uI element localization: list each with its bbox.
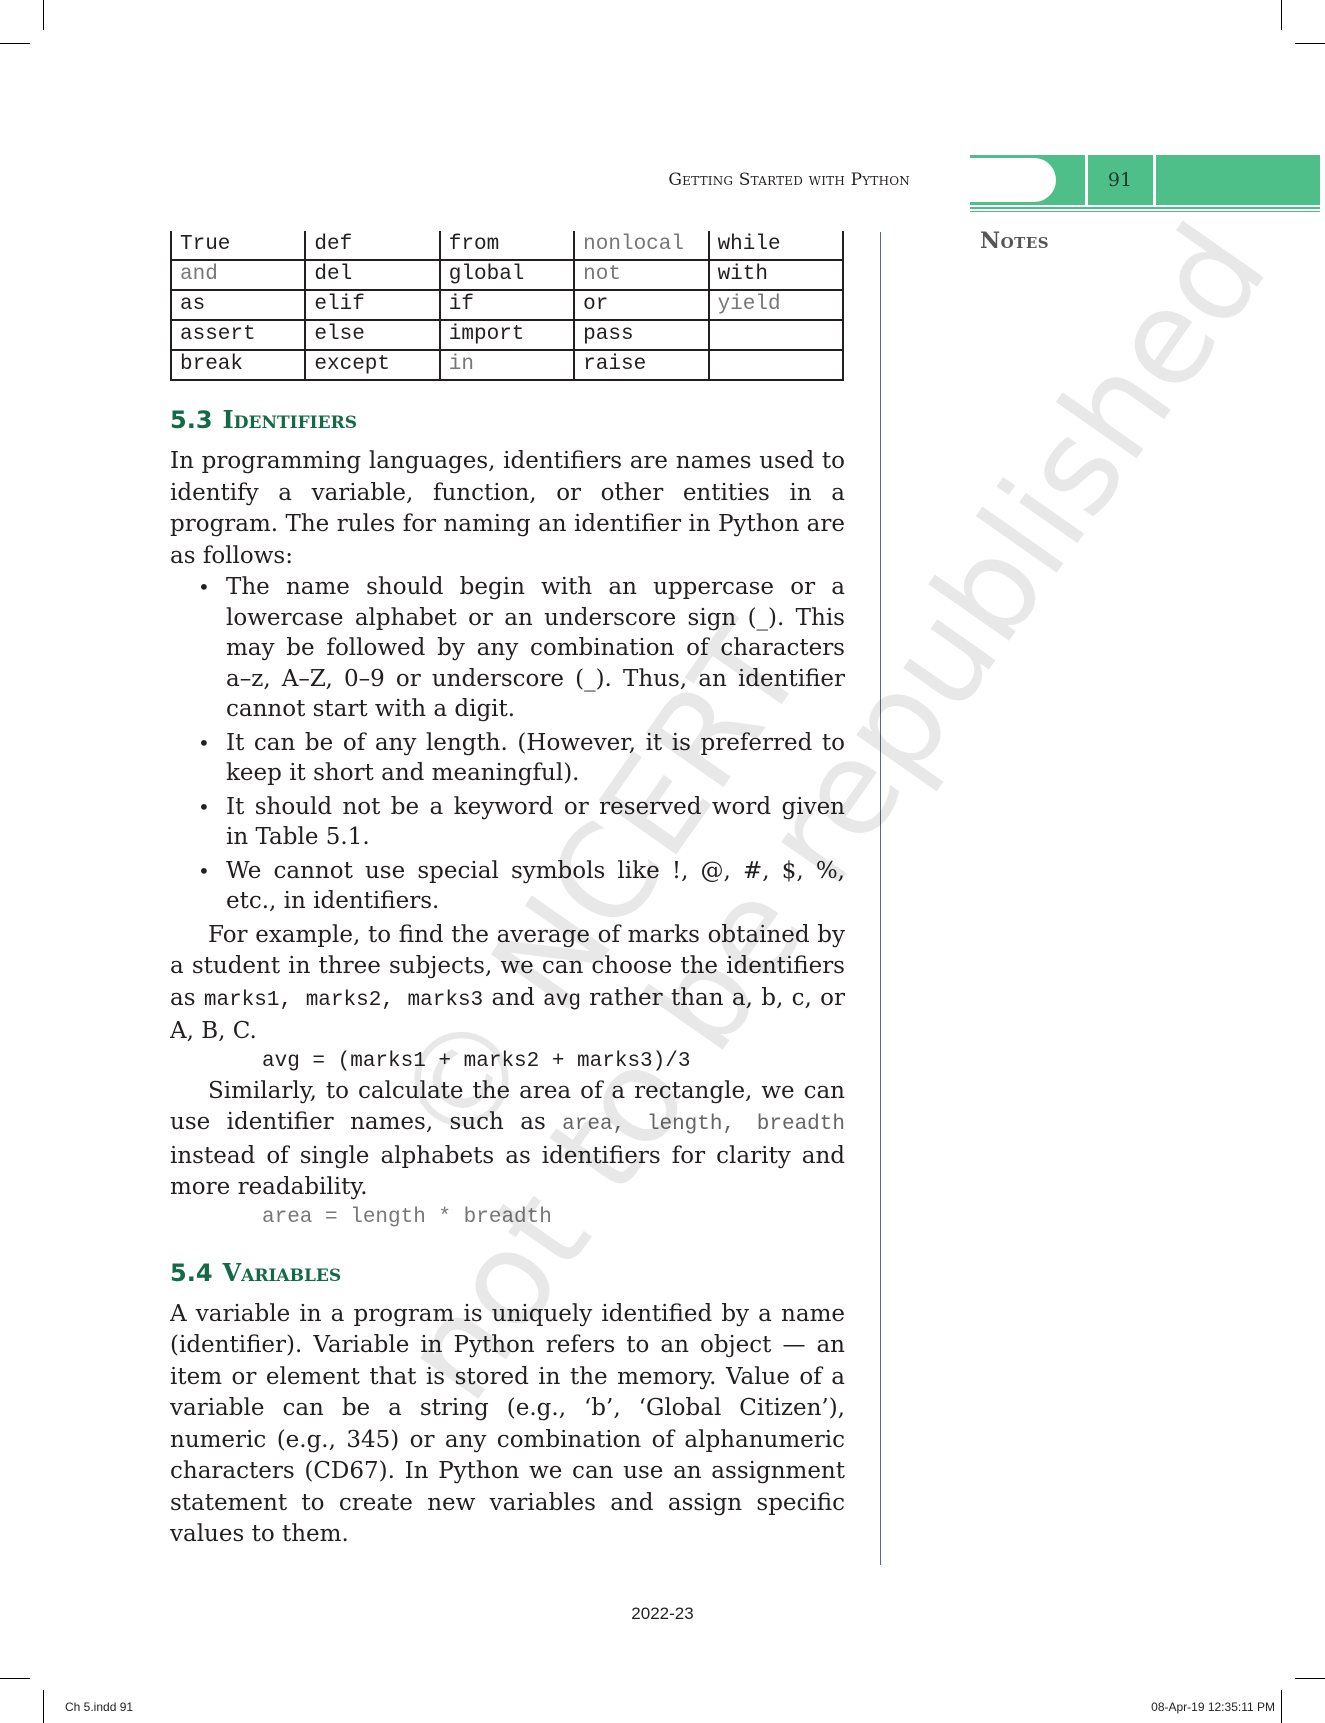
table-cell: break bbox=[169, 349, 307, 381]
header-separator bbox=[1153, 155, 1156, 205]
area-example-paragraph: Similarly, to calculate the area of a re… bbox=[170, 1076, 845, 1204]
table-cell bbox=[707, 319, 845, 351]
header-rule bbox=[970, 211, 1320, 212]
table-cell: while bbox=[707, 231, 845, 261]
table-row: break except in raise bbox=[169, 349, 845, 381]
section-title: Variables bbox=[222, 1257, 342, 1287]
table-row: and del global not with bbox=[169, 259, 845, 291]
table-cell: else bbox=[304, 319, 441, 351]
running-head: Getting Started with Python bbox=[668, 170, 910, 190]
table-cell bbox=[707, 349, 845, 381]
inline-code: marks1, marks2, marks3 bbox=[203, 988, 484, 1012]
notes-label: Notes bbox=[980, 228, 1050, 254]
crop-mark bbox=[43, 0, 44, 30]
table-cell: nonlocal bbox=[573, 231, 710, 261]
header-pill bbox=[940, 158, 1056, 202]
identifier-rules-list: The name should begin with an uppercase … bbox=[170, 572, 845, 917]
rule-item: The name should begin with an uppercase … bbox=[198, 572, 845, 725]
section-heading-variables: 5.4 Variables bbox=[170, 1258, 845, 1287]
main-content: 5.3 Identifiers In programming languages,… bbox=[170, 405, 845, 1551]
table-cell: yield bbox=[707, 289, 845, 321]
average-example-paragraph: For example, to find the average of mark… bbox=[170, 920, 845, 1048]
table-cell: in bbox=[438, 349, 576, 381]
table-cell: del bbox=[304, 259, 441, 291]
code-line-average: avg = (marks1 + marks2 + marks3)/3 bbox=[262, 1049, 691, 1073]
crop-mark bbox=[1281, 1690, 1282, 1723]
table-row: assert else import pass bbox=[169, 319, 845, 351]
crop-mark bbox=[1295, 1678, 1325, 1679]
table-cell: and bbox=[169, 259, 307, 291]
rule-item: It can be of any length. (However, it is… bbox=[198, 728, 845, 789]
text: instead of single alphabets as identifie… bbox=[170, 1142, 845, 1201]
academic-year: 2022-23 bbox=[631, 1604, 694, 1623]
file-slug: Ch 5.indd 91 bbox=[65, 1700, 134, 1714]
table-cell: import bbox=[438, 319, 576, 351]
section-number: 5.4 bbox=[170, 1258, 213, 1287]
code-line-area: area = length * breadth bbox=[262, 1205, 552, 1229]
crop-mark bbox=[0, 43, 30, 44]
section-heading-identifiers: 5.3 Identifiers bbox=[170, 405, 845, 434]
table-cell: True bbox=[169, 231, 307, 261]
crop-mark bbox=[1295, 43, 1325, 44]
table-cell: assert bbox=[169, 319, 307, 351]
inline-code: avg bbox=[543, 988, 581, 1012]
text: and bbox=[483, 984, 544, 1011]
table-row: True def from nonlocal while bbox=[169, 231, 845, 261]
table-cell: if bbox=[438, 289, 576, 321]
crop-mark bbox=[43, 1690, 44, 1723]
table-cell: from bbox=[438, 231, 576, 261]
table-row: as elif if or yield bbox=[169, 289, 845, 321]
page-number: 91 bbox=[1107, 169, 1133, 191]
rule-item: It should not be a keyword or reserved w… bbox=[198, 792, 845, 853]
section-number: 5.3 bbox=[170, 406, 213, 434]
table-cell: not bbox=[573, 259, 710, 291]
table-cell: elif bbox=[304, 289, 441, 321]
margin-divider bbox=[880, 232, 881, 1565]
crop-mark bbox=[1281, 0, 1282, 30]
header-separator bbox=[1085, 155, 1088, 205]
section-title: Identifiers bbox=[222, 405, 357, 434]
identifiers-intro: In programming languages, identifiers ar… bbox=[170, 448, 845, 569]
table-cell: pass bbox=[573, 319, 710, 351]
table-cell: raise bbox=[573, 349, 710, 381]
inline-code: area, length, breadth bbox=[562, 1113, 845, 1136]
variables-paragraph: A variable in a program is uniquely iden… bbox=[170, 1300, 845, 1548]
table-cell: or bbox=[573, 289, 710, 321]
table-cell: as bbox=[169, 289, 307, 321]
table-cell: global bbox=[438, 259, 576, 291]
timestamp-slug: 08-Apr-19 12:35:11 PM bbox=[1151, 1700, 1275, 1714]
table-cell: with bbox=[707, 259, 845, 291]
keyword-table: True def from nonlocal while and del global not w… bbox=[169, 231, 845, 381]
table-cell: except bbox=[304, 349, 441, 381]
crop-mark bbox=[0, 1678, 30, 1679]
table-cell: def bbox=[304, 231, 441, 261]
rule-item: We cannot use special symbols like !, @,… bbox=[198, 856, 845, 917]
header-rule bbox=[970, 207, 1320, 209]
